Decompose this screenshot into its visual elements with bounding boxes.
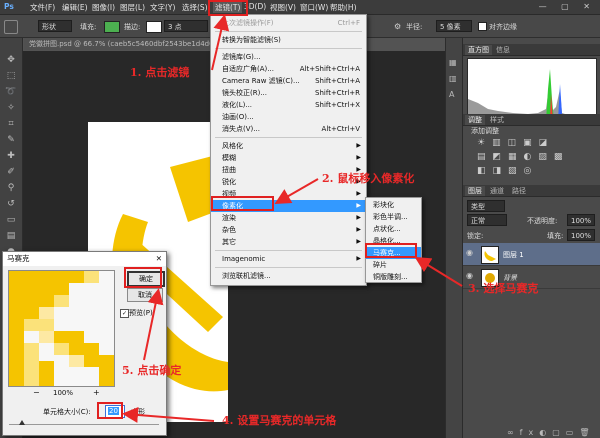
- annotation-step5: 5. 点击确定: [122, 364, 182, 377]
- annotation-step4: 4. 设置马赛克的单元格: [222, 414, 337, 427]
- annotation-arrows: [122, 14, 463, 423]
- annotation-step2: 2. 鼠标移入像素化: [322, 172, 415, 185]
- annotation-step1: 1. 点击滤镜: [130, 66, 190, 79]
- annotation-step3: 3. 选择马赛克: [468, 282, 539, 295]
